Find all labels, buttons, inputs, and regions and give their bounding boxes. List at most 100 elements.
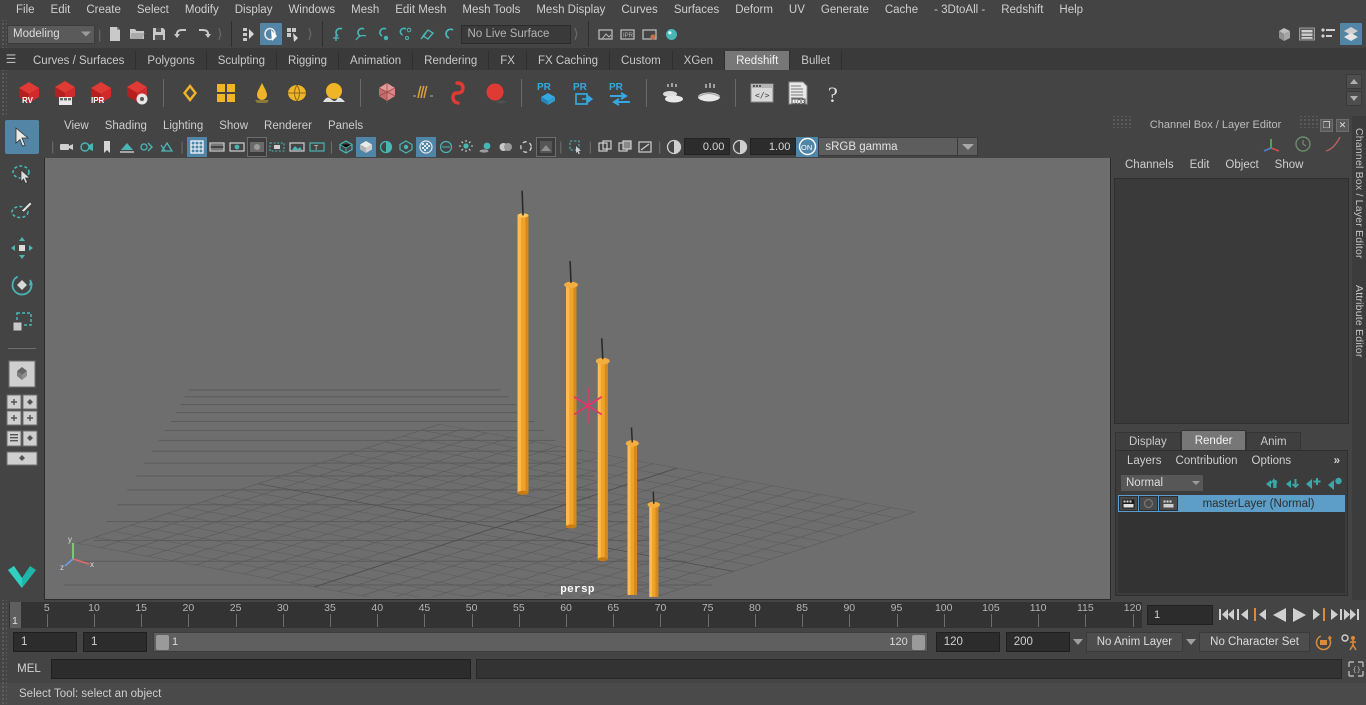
redshift-sphere-icon[interactable] [478,76,512,110]
menu-file[interactable]: File [8,1,43,19]
layer-render-toggle[interactable] [1159,496,1178,511]
gate-mask-icon[interactable] [246,136,267,157]
redshift-volume-icon[interactable] [442,76,476,110]
character-set-select[interactable]: No Character Set [1199,632,1310,652]
redshift-proxy-icon[interactable] [370,76,404,110]
play-backwards-icon[interactable] [1269,604,1289,626]
panel-grip-right[interactable] [1298,116,1320,128]
layer-menu-options[interactable]: Options [1245,454,1299,468]
redshift-render-settings-icon[interactable] [120,76,154,110]
animation-preferences-icon[interactable] [1336,631,1362,653]
layer-menu-layers[interactable]: Layers [1120,454,1169,468]
shelf-tab-sculpting[interactable]: Sculpting [206,51,278,70]
smooth-shade-all-icon[interactable] [356,136,377,157]
shelf-tab-fx-caching[interactable]: FX Caching [526,51,611,70]
show-hide-tool-settings-icon[interactable] [1318,23,1340,45]
snap-to-grid-icon[interactable] [329,23,351,45]
menu-uv[interactable]: UV [781,1,813,19]
shelf-scroll-down-button[interactable] [1346,91,1362,106]
redo-icon[interactable] [192,23,214,45]
redshift-bake-icon[interactable] [656,76,690,110]
range-slider-bar[interactable]: 1 120 [153,632,928,652]
step-forward-frame-icon[interactable] [1309,604,1326,626]
channel-menu-show[interactable]: Show [1267,157,1312,173]
range-end-handle[interactable] [911,635,925,650]
make-live-icon[interactable] [439,23,461,45]
four-view-layout-button[interactable] [6,394,38,426]
close-panel-button[interactable]: ✕ [1336,118,1349,132]
shadows-icon[interactable] [157,137,177,157]
step-back-keyframe-icon[interactable] [1235,604,1252,626]
menu-select[interactable]: Select [129,1,177,19]
shelf-grip[interactable] [0,70,7,116]
snap-to-curve-icon[interactable] [351,23,373,45]
go-to-start-icon[interactable] [1218,604,1235,626]
playback-start-time-field[interactable]: 1 [83,632,147,652]
hypershade-icon[interactable] [661,23,683,45]
menu-mesh-display[interactable]: Mesh Display [528,1,613,19]
isolate-select-add-icon[interactable] [615,137,635,157]
create-new-layer-icon[interactable] [1305,476,1322,491]
redshift-ipr-icon[interactable]: IPR [84,76,118,110]
layer-blend-mode-select[interactable]: Normal [1120,474,1204,492]
layer-row-masterlayer[interactable]: masterLayer (Normal) [1118,495,1345,512]
shelf-tab-polygons[interactable]: Polygons [136,51,207,70]
isolate-select-icon[interactable] [595,137,615,157]
image-plane-icon[interactable] [117,137,137,157]
play-forwards-icon[interactable] [1289,604,1309,626]
redshift-light-icon[interactable] [245,76,279,110]
current-time-indicator[interactable]: 1 [10,601,21,628]
lasso-select-tool[interactable] [5,157,39,191]
grid-icon[interactable] [186,136,207,157]
shelf-tab-custom[interactable]: Custom [610,51,673,70]
undo-icon[interactable] [170,23,192,45]
open-scene-icon[interactable] [126,23,148,45]
shelf-tab-rendering[interactable]: Rendering [413,51,490,70]
script-editor-icon[interactable]: {} [1346,659,1366,679]
show-hide-modeling-toolkit-icon[interactable] [1274,23,1296,45]
render-current-frame-icon[interactable] [595,23,617,45]
select-by-component-type-icon[interactable] [282,23,304,45]
rotate-tool[interactable] [5,268,39,302]
menu-generate[interactable]: Generate [813,1,877,19]
dock-tab-channel-box[interactable]: Channel Box / Layer Editor [1353,122,1365,265]
viewport-menu-view[interactable]: View [56,119,97,133]
dock-tab-attribute-editor[interactable]: Attribute Editor [1353,279,1365,364]
shelf-tab-animation[interactable]: Animation [339,51,414,70]
menu-deform[interactable]: Deform [727,1,781,19]
viewport-menu-renderer[interactable]: Renderer [256,119,320,133]
snap-to-point-icon[interactable] [373,23,395,45]
menu-help[interactable]: Help [1051,1,1091,19]
move-layer-up-icon[interactable] [1265,476,1281,491]
film-gate-icon[interactable] [207,137,227,157]
two-sided-lighting-icon[interactable] [137,137,157,157]
shelf-tab-xgen[interactable]: XGen [672,51,726,70]
redshift-log-icon[interactable]: .LOG [781,76,815,110]
persp-viewport[interactable]: y x z persp [44,158,1111,600]
shelf-tab-bullet[interactable]: Bullet [790,51,843,70]
status-line-grip[interactable] [0,20,7,48]
gamma-field[interactable]: 1.00 [750,138,797,155]
animation-start-time-field[interactable]: 1 [13,632,77,652]
viewport-menu-panels[interactable]: Panels [320,119,371,133]
hypershade-persp-layout-button[interactable] [6,451,38,466]
menu-edit-mesh[interactable]: Edit Mesh [387,1,454,19]
anim-layer-dropdown-icon[interactable] [1070,632,1086,652]
viewport-menu-lighting[interactable]: Lighting [155,119,211,133]
film-origin-icon[interactable] [267,137,287,157]
redshift-pr-object-icon[interactable]: PR [531,76,565,110]
menu-windows[interactable]: Windows [280,1,343,19]
single-perspective-layout-button[interactable] [5,357,39,391]
menu-redshift[interactable]: Redshift [993,1,1051,19]
tab-display[interactable]: Display [1115,432,1181,450]
animation-end-time-field[interactable]: 200 [1005,632,1070,652]
channel-box-content[interactable] [1114,178,1349,424]
shelf-tab-fx[interactable]: FX [489,51,527,70]
show-hide-attribute-editor-icon[interactable] [1296,23,1318,45]
shelf-scroll-up-button[interactable] [1346,74,1362,89]
redshift-material-icon[interactable] [173,76,207,110]
select-by-object-type-icon[interactable] [260,23,283,45]
menu-display[interactable]: Display [227,1,281,19]
exposure-icon[interactable] [664,137,684,157]
show-hide-channel-box-icon[interactable] [1340,23,1362,45]
